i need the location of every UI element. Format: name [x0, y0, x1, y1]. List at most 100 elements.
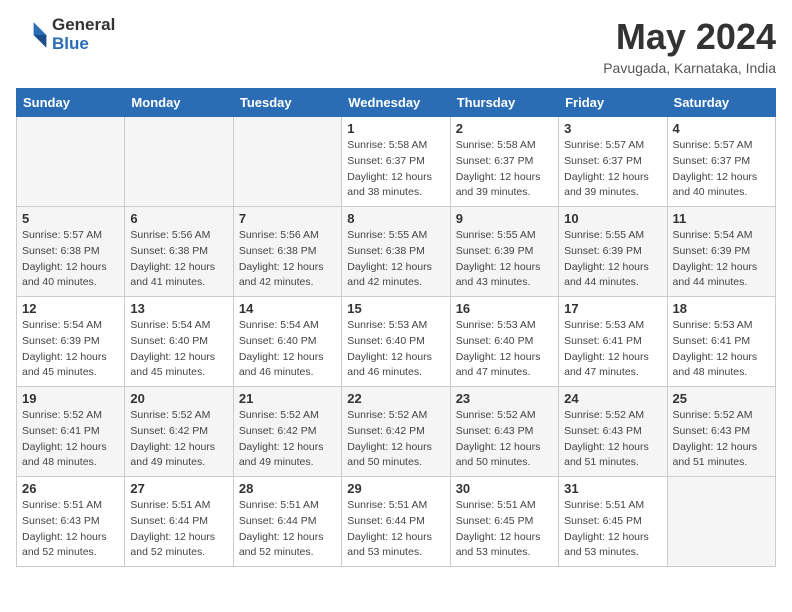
calendar-week-row: 26 Sunrise: 5:51 AMSunset: 6:43 PMDayligh… — [17, 477, 776, 567]
calendar-cell: 15Sunrise: 5:53 AMSunset: 6:40 PMDayligh… — [342, 297, 450, 387]
day-header-monday: Monday — [125, 89, 233, 117]
calendar-cell: 2Sunrise: 5:58 AMSunset: 6:37 PMDaylight… — [450, 117, 558, 207]
day-number: 29 — [347, 481, 444, 496]
day-number: 5 — [22, 211, 119, 226]
calendar-cell — [233, 117, 341, 207]
calendar-cell: 14 Sunrise: 5:54 AMSunset: 6:40 PMDayligh… — [233, 297, 341, 387]
day-info: Sunrise: 5:54 AMSunset: 6:39 PMDaylight:… — [673, 228, 770, 291]
day-number: 24 — [564, 391, 661, 406]
day-number: 14 — [239, 301, 336, 316]
day-number: 18 — [673, 301, 770, 316]
day-number: 2 — [456, 121, 553, 136]
calendar-cell: 26 Sunrise: 5:51 AMSunset: 6:43 PMDayligh… — [17, 477, 125, 567]
day-number: 4 — [673, 121, 770, 136]
calendar-cell: 22Sunrise: 5:52 AMSunset: 6:42 PMDayligh… — [342, 387, 450, 477]
day-number: 25 — [673, 391, 770, 406]
day-number: 19 — [22, 391, 119, 406]
day-info: Sunrise: 5:52 AMSunset: 6:43 PMDaylight:… — [456, 408, 553, 471]
day-info: Sunrise: 5:51 AMSunset: 6:44 PMDaylight:… — [347, 498, 444, 561]
day-number: 23 — [456, 391, 553, 406]
calendar-cell: 4Sunrise: 5:57 AMSunset: 6:37 PMDaylight… — [667, 117, 775, 207]
day-info: Sunrise: 5:52 AMSunset: 6:41 PMDaylight:… — [22, 408, 119, 471]
day-info: Sunrise: 5:52 AMSunset: 6:43 PMDaylight:… — [564, 408, 661, 471]
calendar-cell: 6Sunrise: 5:56 AMSunset: 6:38 PMDaylight… — [125, 207, 233, 297]
day-info: Sunrise: 5:51 AMSunset: 6:45 PMDaylight:… — [564, 498, 661, 561]
calendar-week-row: 12 Sunrise: 5:54 AMSunset: 6:39 PMDayligh… — [17, 297, 776, 387]
calendar-cell: 24 Sunrise: 5:52 AMSunset: 6:43 PMDayligh… — [559, 387, 667, 477]
day-info: Sunrise: 5:51 AMSunset: 6:44 PMDaylight:… — [239, 498, 336, 561]
calendar-cell: 20Sunrise: 5:52 AMSunset: 6:42 PMDayligh… — [125, 387, 233, 477]
day-info: Sunrise: 5:51 AMSunset: 6:44 PMDaylight:… — [130, 498, 227, 561]
logo-icon — [16, 19, 48, 51]
day-info: Sunrise: 5:54 AMSunset: 6:40 PMDaylight:… — [239, 318, 336, 381]
day-number: 13 — [130, 301, 227, 316]
logo-blue: Blue — [52, 35, 115, 54]
day-number: 15 — [347, 301, 444, 316]
day-header-wednesday: Wednesday — [342, 89, 450, 117]
day-number: 26 — [22, 481, 119, 496]
day-number: 27 — [130, 481, 227, 496]
day-number: 9 — [456, 211, 553, 226]
day-info: Sunrise: 5:52 AMSunset: 6:42 PMDaylight:… — [239, 408, 336, 471]
calendar-cell: 11Sunrise: 5:54 AMSunset: 6:39 PMDayligh… — [667, 207, 775, 297]
day-header-thursday: Thursday — [450, 89, 558, 117]
month-title: May 2024 — [603, 16, 776, 58]
calendar-cell: 18 Sunrise: 5:53 AMSunset: 6:41 PMDayligh… — [667, 297, 775, 387]
day-info: Sunrise: 5:52 AMSunset: 6:42 PMDaylight:… — [347, 408, 444, 471]
calendar-cell: 21 Sunrise: 5:52 AMSunset: 6:42 PMDayligh… — [233, 387, 341, 477]
page-header: General Blue May 2024 Pavugada, Karnatak… — [16, 16, 776, 76]
calendar-week-row: 19 Sunrise: 5:52 AMSunset: 6:41 PMDayligh… — [17, 387, 776, 477]
day-info: Sunrise: 5:56 AMSunset: 6:38 PMDaylight:… — [130, 228, 227, 291]
calendar-cell: 17 Sunrise: 5:53 AMSunset: 6:41 PMDayligh… — [559, 297, 667, 387]
calendar-cell: 1 Sunrise: 5:58 AMSunset: 6:37 PMDaylight… — [342, 117, 450, 207]
calendar-cell — [667, 477, 775, 567]
calendar-cell: 27 Sunrise: 5:51 AMSunset: 6:44 PMDayligh… — [125, 477, 233, 567]
calendar-cell: 16 Sunrise: 5:53 AMSunset: 6:40 PMDayligh… — [450, 297, 558, 387]
day-number: 16 — [456, 301, 553, 316]
location: Pavugada, Karnataka, India — [603, 60, 776, 76]
day-info: Sunrise: 5:53 AMSunset: 6:41 PMDaylight:… — [564, 318, 661, 381]
calendar-cell: 5 Sunrise: 5:57 AMSunset: 6:38 PMDaylight… — [17, 207, 125, 297]
calendar-cell: 3 Sunrise: 5:57 AMSunset: 6:37 PMDaylight… — [559, 117, 667, 207]
calendar-cell — [17, 117, 125, 207]
calendar-cell: 8Sunrise: 5:55 AMSunset: 6:38 PMDaylight… — [342, 207, 450, 297]
day-info: Sunrise: 5:54 AMSunset: 6:40 PMDaylight:… — [130, 318, 227, 381]
day-number: 12 — [22, 301, 119, 316]
calendar-cell: 19 Sunrise: 5:52 AMSunset: 6:41 PMDayligh… — [17, 387, 125, 477]
calendar-cell: 9 Sunrise: 5:55 AMSunset: 6:39 PMDaylight… — [450, 207, 558, 297]
day-info: Sunrise: 5:55 AMSunset: 6:39 PMDaylight:… — [456, 228, 553, 291]
day-info: Sunrise: 5:53 AMSunset: 6:41 PMDaylight:… — [673, 318, 770, 381]
day-header-sunday: Sunday — [17, 89, 125, 117]
day-number: 3 — [564, 121, 661, 136]
day-info: Sunrise: 5:51 AMSunset: 6:43 PMDaylight:… — [22, 498, 119, 561]
day-number: 1 — [347, 121, 444, 136]
calendar-cell: 12 Sunrise: 5:54 AMSunset: 6:39 PMDayligh… — [17, 297, 125, 387]
calendar-table: SundayMondayTuesdayWednesdayThursdayFrid… — [16, 88, 776, 567]
day-info: Sunrise: 5:53 AMSunset: 6:40 PMDaylight:… — [456, 318, 553, 381]
calendar-cell: 29 Sunrise: 5:51 AMSunset: 6:44 PMDayligh… — [342, 477, 450, 567]
day-info: Sunrise: 5:57 AMSunset: 6:38 PMDaylight:… — [22, 228, 119, 291]
day-info: Sunrise: 5:52 AMSunset: 6:42 PMDaylight:… — [130, 408, 227, 471]
calendar-cell — [125, 117, 233, 207]
day-number: 17 — [564, 301, 661, 316]
day-info: Sunrise: 5:55 AMSunset: 6:39 PMDaylight:… — [564, 228, 661, 291]
day-header-friday: Friday — [559, 89, 667, 117]
day-info: Sunrise: 5:58 AMSunset: 6:37 PMDaylight:… — [347, 138, 444, 201]
day-number: 30 — [456, 481, 553, 496]
calendar-week-row: 1 Sunrise: 5:58 AMSunset: 6:37 PMDaylight… — [17, 117, 776, 207]
logo-text: General Blue — [52, 16, 115, 53]
day-number: 21 — [239, 391, 336, 406]
calendar-cell: 10 Sunrise: 5:55 AMSunset: 6:39 PMDayligh… — [559, 207, 667, 297]
logo: General Blue — [16, 16, 115, 53]
day-info: Sunrise: 5:55 AMSunset: 6:38 PMDaylight:… — [347, 228, 444, 291]
day-info: Sunrise: 5:54 AMSunset: 6:39 PMDaylight:… — [22, 318, 119, 381]
calendar-cell: 31Sunrise: 5:51 AMSunset: 6:45 PMDayligh… — [559, 477, 667, 567]
calendar-week-row: 5 Sunrise: 5:57 AMSunset: 6:38 PMDaylight… — [17, 207, 776, 297]
day-number: 28 — [239, 481, 336, 496]
logo-general: General — [52, 16, 115, 35]
day-number: 10 — [564, 211, 661, 226]
title-block: May 2024 Pavugada, Karnataka, India — [603, 16, 776, 76]
day-info: Sunrise: 5:57 AMSunset: 6:37 PMDaylight:… — [564, 138, 661, 201]
calendar-cell: 23 Sunrise: 5:52 AMSunset: 6:43 PMDayligh… — [450, 387, 558, 477]
header-row: SundayMondayTuesdayWednesdayThursdayFrid… — [17, 89, 776, 117]
